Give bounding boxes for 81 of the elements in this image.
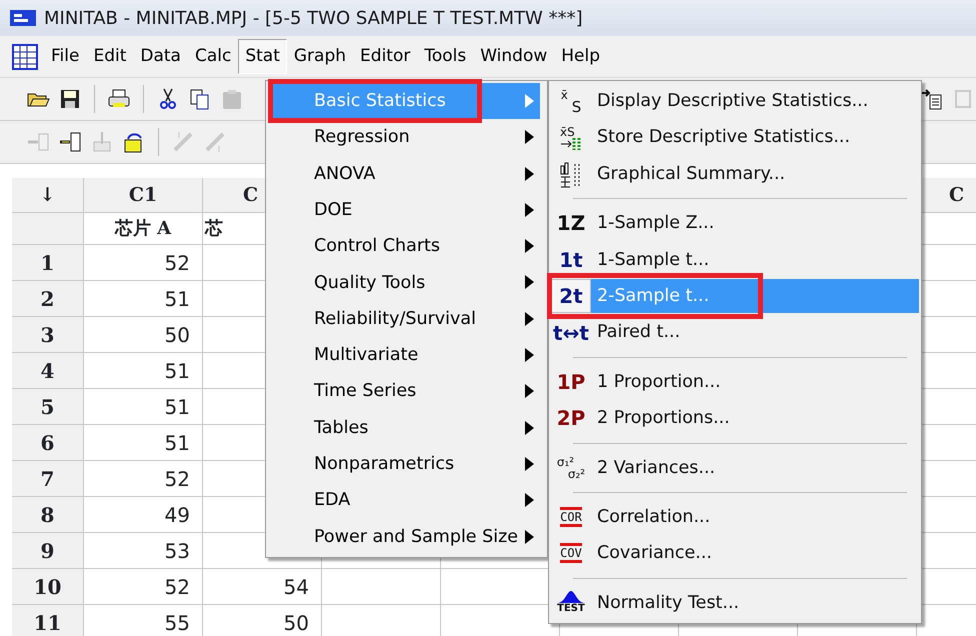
insert-column-icon[interactable] [58,130,82,154]
menu-item[interactable]: x̄S Store Descriptive Statistics... [551,119,919,156]
menu-item[interactable]: Tables [270,410,540,446]
table-cell: 52 [84,245,203,281]
menu-item[interactable]: 1t 1-Sample t... [551,242,919,278]
menu-item[interactable]: x̄ S Display Descriptive Statistics... [551,83,919,120]
icon-label: t↔t [553,322,589,343]
output-icon[interactable] [920,87,944,111]
app-icon[interactable] [10,10,36,26]
icon-label: 1t [559,250,583,270]
window-title: MINITAB - MINITAB.MPJ - [5-5 TWO SAMPLE T TEST.MTW ***] [44,6,583,30]
table-cell: 55 [84,605,203,636]
menu-item[interactable]: Graph [286,38,354,74]
icon-label: 2P [556,408,586,428]
menu-item[interactable]: Time Series [270,373,540,410]
row-number: 4 [12,353,84,389]
table-cell: 50 [84,317,203,353]
menu-item[interactable]: Window [473,38,554,74]
menu-item[interactable]: Editor [353,38,418,74]
column-header: C1 [84,178,203,213]
menu-item[interactable]: 2P 2 Proportions... [551,400,919,437]
table-cell: 51 [84,425,203,461]
row-number: 10 [12,569,84,605]
menu-item[interactable]: Reliability/Survival [270,300,540,338]
menu-item[interactable]: COV Covariance... [551,535,919,572]
icon-label: S [570,101,582,114]
corner-cell: ↓ [12,178,84,213]
row-number: 7 [12,461,84,497]
menu-item[interactable]: Tools [417,38,474,74]
menu-item[interactable]: Calc [188,38,238,74]
menu-item[interactable]: Quality Tools [270,264,540,301]
column-name-cell: 芯片 A [84,213,203,245]
row-number: 9 [12,533,84,569]
row-number: 6 [12,425,84,461]
header-cell [12,213,84,245]
icon-label: 1Z [556,213,586,234]
icon-label: COR [560,507,582,528]
row-number: 3 [12,317,84,353]
icon-label: σ₁² [556,456,576,468]
menu-item[interactable]: EDA [270,482,540,519]
menu-item[interactable]: t↔t Paired t... [551,314,919,351]
menu-item[interactable]: Graphical Summary... [551,156,919,192]
row-number: 11 [12,605,84,636]
menu-item[interactable]: 1Z 1-Sample Z... [551,205,919,242]
menu-item[interactable]: σ₁² σ₂² 2 Variances... [551,450,919,486]
row-number: 8 [12,497,84,533]
icon-label: 2t [559,286,583,306]
row-number: 1 [12,245,84,281]
menu-item[interactable]: Stat [238,38,287,74]
table-cell: 50 [203,605,322,636]
table-cell: 52 [84,461,203,497]
menu-item[interactable]: Data [133,38,188,74]
table-cell: 54 [203,569,322,605]
save-icon[interactable] [58,87,82,111]
row-number: 5 [12,389,84,425]
table-cell: 51 [84,353,203,389]
row-number: 2 [12,281,84,317]
icon-label: σ₂² [566,468,586,480]
table-cell: 52 [84,569,203,605]
menu-item[interactable]: COR Correlation... [551,498,919,536]
menu-item[interactable]: Multivariate [270,337,540,374]
table-cell: 53 [84,533,203,569]
menu-item[interactable]: Edit [86,38,134,74]
bell-curve-icon [557,591,585,604]
menu-item[interactable]: Help [554,38,608,74]
icon-label: x̄S [560,126,576,138]
menu-item[interactable]: 1P 1 Proportion... [551,364,919,400]
table-cell: 49 [84,497,203,533]
icon-label: COV [560,543,582,564]
icon-label: TEST [557,603,585,614]
table-cell: 51 [84,389,203,425]
table-cell: 51 [84,281,203,317]
menu-item[interactable]: Nonparametrics [270,446,540,482]
icon-label: 1P [556,372,586,392]
menu-item[interactable]: File [44,38,86,74]
arrow-to-columns-icon [560,138,582,150]
menu-item[interactable]: Regression [270,119,540,156]
worksheet-icon[interactable] [12,44,38,70]
icon-label: x̄ [560,89,569,102]
menu-item[interactable]: TEST Normality Test... [551,584,919,622]
menu-item[interactable]: Power and Sample Size [270,518,540,555]
